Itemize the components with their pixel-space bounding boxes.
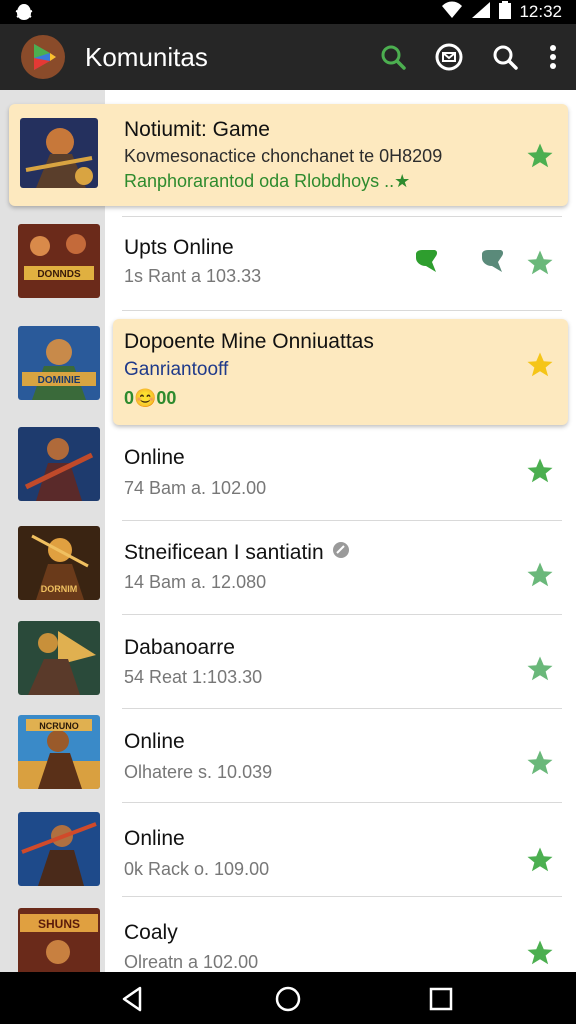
star-icon[interactable] <box>525 248 555 278</box>
item-subtitle: Olreatn a 102.00 <box>124 952 259 972</box>
game-thumbnail <box>18 427 100 501</box>
item-title: Dabanoarre <box>124 636 235 659</box>
list-item[interactable]: SHUNS Coaly Olreatn a 102.00 <box>0 896 576 972</box>
list-item[interactable]: NCRUNO Online Olhatere s. 10.039 <box>0 708 576 802</box>
star-icon[interactable] <box>525 845 555 875</box>
item-line2: Ranphorarantod oda Rlobdhoys ..★ <box>124 171 411 191</box>
verified-icon <box>332 541 350 565</box>
item-subtitle: 0k Rack o. 109.00 <box>124 859 270 879</box>
community-list: Notiumit: Game Kovmesonactice chonchanet… <box>0 90 576 972</box>
item-line2: 0😊00 <box>124 388 177 408</box>
divider <box>122 614 562 615</box>
item-line1: Kovmesonactice chonchanet te 0H8209 <box>124 146 443 166</box>
item-title-text: Stneificean I santiatin <box>124 541 324 564</box>
svg-text:DOMINIE: DOMINIE <box>38 375 81 386</box>
status-bar: 12:32 <box>0 0 576 24</box>
divider <box>122 310 562 311</box>
item-subtitle: 74 Bam a. 102.00 <box>124 478 267 498</box>
list-item[interactable]: Online 74 Bam a. 102.00 <box>0 420 576 514</box>
game-thumbnail: DONNDS <box>18 224 100 298</box>
item-title: Online <box>124 446 185 469</box>
overflow-menu-icon[interactable] <box>544 40 562 74</box>
app-title: Komunitas <box>85 42 208 72</box>
divider <box>122 802 562 803</box>
list-item[interactable]: Dabanoarre 54 Reat 1:103.30 <box>0 614 576 708</box>
signal-icon <box>471 1 491 24</box>
game-thumbnail <box>20 118 98 188</box>
item-subtitle: 14 Bam a. 12.080 <box>124 572 267 592</box>
svg-text:SHUNS: SHUNS <box>38 917 80 931</box>
item-title: Dopoente Mine Onniuattas <box>124 330 374 353</box>
game-thumbnail: NCRUNO <box>18 715 100 789</box>
list-item[interactable]: Online 0k Rack o. 109.00 <box>0 802 576 896</box>
item-subtitle: Olhatere s. 10.039 <box>124 762 273 782</box>
app-logo[interactable] <box>20 34 66 80</box>
list-item[interactable]: DOMINIE Dopoente Mine Onniuattas Ganrian… <box>0 310 576 430</box>
star-icon[interactable] <box>525 654 555 684</box>
item-title: Online <box>124 827 185 850</box>
star-icon[interactable] <box>525 560 555 590</box>
item-title: Notiumit: Game <box>124 118 270 141</box>
game-thumbnail: SHUNS <box>18 908 100 972</box>
star-icon[interactable] <box>525 938 555 968</box>
star-icon[interactable] <box>525 456 555 486</box>
divider <box>122 708 562 709</box>
divider <box>122 216 562 217</box>
navigation-bar <box>0 972 576 1024</box>
bug-icon <box>14 3 34 21</box>
battery-icon <box>499 0 512 24</box>
svg-text:NCRUNO: NCRUNO <box>39 721 79 731</box>
recents-icon[interactable] <box>426 984 456 1014</box>
search-green-icon[interactable] <box>376 40 410 74</box>
app-bar: Komunitas <box>0 24 576 90</box>
search-icon[interactable] <box>488 40 522 74</box>
wifi-icon <box>441 1 463 24</box>
star-icon[interactable] <box>525 350 555 380</box>
list-item[interactable]: Notiumit: Game Kovmesonactice chonchanet… <box>0 90 576 216</box>
game-thumbnail <box>18 621 100 695</box>
list-item[interactable]: DONNDS Upts Online 1s Rant a 103.33 <box>0 216 576 310</box>
item-subtitle: 1s Rant a 103.33 <box>124 266 262 286</box>
chat-bubble-icon[interactable] <box>478 250 506 276</box>
star-icon[interactable] <box>525 141 555 171</box>
game-thumbnail: DOMINIE <box>18 326 100 400</box>
item-title: Stneificean I santiatin <box>124 541 350 565</box>
svg-text:DORNIM: DORNIM <box>41 584 78 594</box>
star-icon[interactable] <box>525 748 555 778</box>
item-line1: Ganriantooff <box>124 359 229 380</box>
item-subtitle: 54 Reat 1:103.30 <box>124 667 263 687</box>
status-icons: 12:32 <box>441 0 562 24</box>
game-thumbnail <box>18 812 100 886</box>
chat-bubble-icon[interactable] <box>412 250 440 276</box>
back-icon[interactable] <box>118 984 148 1014</box>
list-item[interactable]: DORNIM Stneificean I santiatin 14 Bam a.… <box>0 520 576 614</box>
game-thumbnail: DORNIM <box>18 526 100 600</box>
item-title: Coaly <box>124 921 178 944</box>
status-time: 12:32 <box>519 2 562 21</box>
svg-text:DONNDS: DONNDS <box>37 269 81 280</box>
divider <box>122 520 562 521</box>
item-title: Upts Online <box>124 236 234 259</box>
item-title: Online <box>124 730 185 753</box>
message-icon[interactable] <box>432 40 466 74</box>
home-icon[interactable] <box>273 984 303 1014</box>
divider <box>122 896 562 897</box>
